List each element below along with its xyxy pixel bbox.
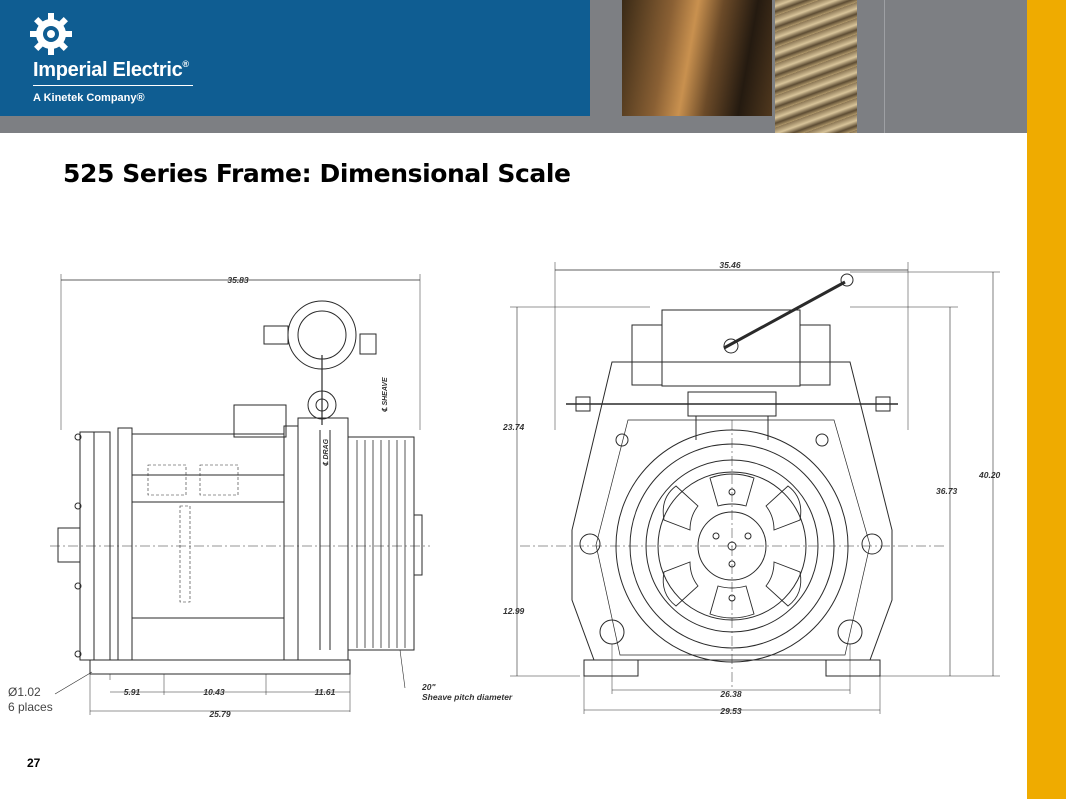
bolt-count-callout: 6 places — [8, 700, 53, 714]
dim-left-lower: 12.99 — [503, 606, 525, 616]
dim-side-a: 5.91 — [124, 687, 141, 697]
side-view-drawing — [50, 274, 430, 715]
cl-drag-label: ℄ DRAG — [322, 438, 330, 466]
header-divider — [884, 0, 885, 133]
brand-name-text: Imperial Electric — [33, 59, 183, 81]
dim-side-c: 11.61 — [315, 687, 336, 697]
dim-base-outer: 29.53 — [719, 706, 742, 716]
bolt-diameter-callout: Ø1.02 — [8, 685, 41, 699]
sheave-label: Sheave pitch diameter — [422, 692, 513, 702]
dim-side-b: 10.43 — [203, 687, 225, 697]
front-view-drawing — [510, 262, 1000, 714]
dim-overall-length: 35.83 — [227, 275, 249, 285]
brand-subtitle: A Kinetek Company® — [33, 92, 145, 104]
dim-left-upper: 23.74 — [502, 422, 525, 432]
header-photo-people — [622, 0, 772, 116]
registered-mark: ® — [182, 59, 189, 69]
page-title: 525 Series Frame: Dimensional Scale — [63, 159, 571, 188]
brand-panel: Imperial Electric® A Kinetek Company® — [0, 0, 590, 116]
header-photo-gears — [775, 0, 857, 133]
dim-base-length: 25.79 — [208, 709, 231, 719]
dim-overall-width: 35.46 — [719, 260, 741, 270]
brand-name: Imperial Electric® — [33, 59, 189, 82]
accent-bar — [1027, 0, 1066, 799]
header-banner: Imperial Electric® A Kinetek Company® — [0, 0, 1027, 133]
page-number: 27 — [27, 756, 41, 770]
brand-divider — [33, 85, 193, 86]
dim-right-inner: 36.73 — [936, 486, 958, 496]
cl-sheave-label: ℄ SHEAVE — [381, 377, 389, 412]
sheave-value: 20" — [421, 682, 436, 692]
dim-base-inner: 26.38 — [719, 689, 742, 699]
gear-logo-icon — [30, 13, 72, 55]
dimensional-drawing: 35.83 5.91 10.43 11.61 25.79 20" Sheave … — [8, 260, 1001, 719]
dim-right-outer: 40.20 — [978, 470, 1001, 480]
